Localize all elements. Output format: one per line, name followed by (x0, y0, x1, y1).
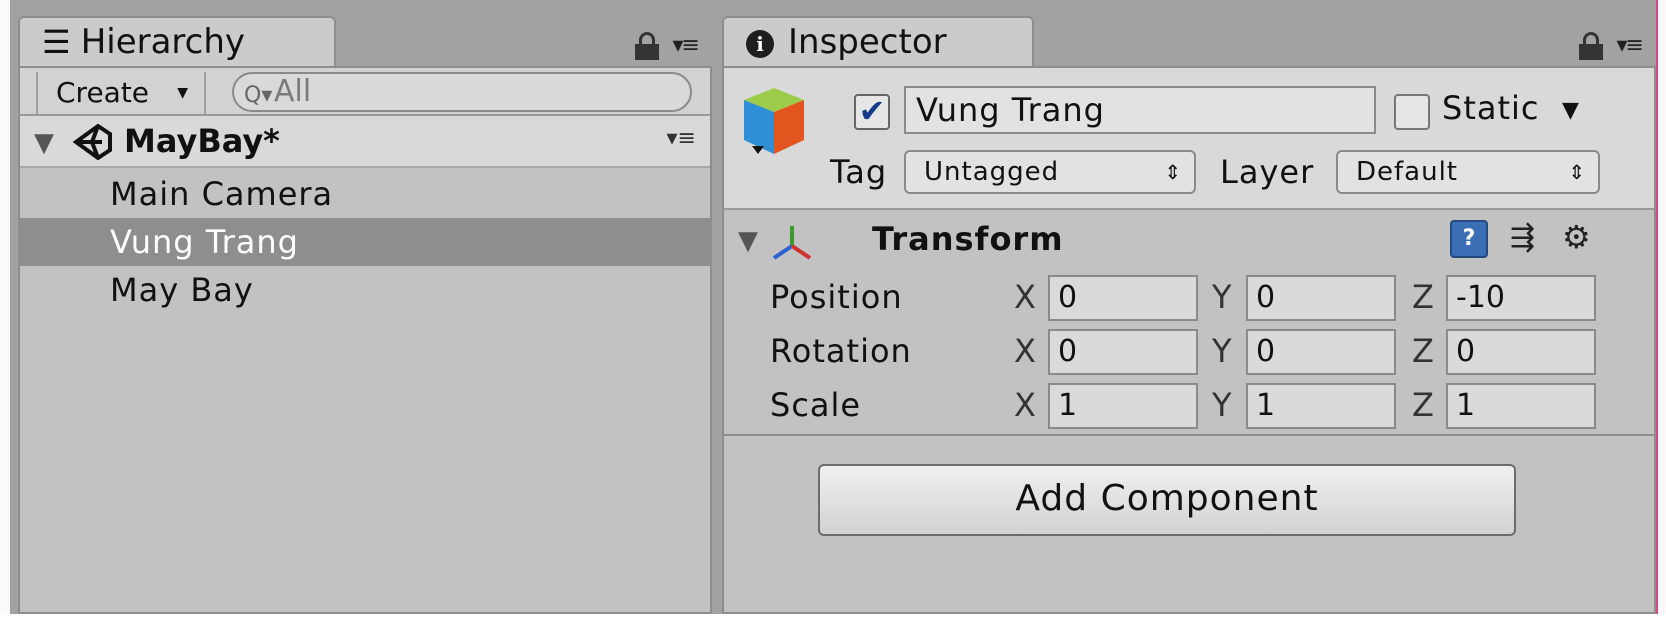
list-item-vung-trang[interactable]: Vung Trang (20, 218, 710, 266)
list-item-main-camera[interactable]: Main Camera (20, 170, 710, 218)
search-placeholder: All (274, 74, 312, 109)
window-edge-right (1658, 0, 1666, 626)
search-input[interactable]: Q▾ All (232, 72, 692, 112)
scene-name: MayBay* (124, 122, 280, 160)
add-component-button[interactable]: Add Component (818, 464, 1516, 536)
static-checkbox[interactable] (1394, 94, 1430, 130)
help-icon[interactable]: ? (1450, 220, 1488, 258)
transform-row-scale: Scale X 1 Y 1 Z 1 (724, 380, 1654, 430)
scale-y-field[interactable]: 1 (1246, 383, 1396, 429)
layer-dropdown[interactable]: Default ⇕ (1336, 150, 1600, 194)
hierarchy-tabbar: ☰ Hierarchy ▾≡ (18, 10, 712, 68)
hierarchy-tab-controls: ▾≡ (634, 26, 701, 66)
hierarchy-toolbar: Create ▼ Q▾ All (20, 68, 710, 116)
gear-icon[interactable]: ⚙ (1562, 218, 1591, 256)
object-name-field[interactable]: Vung Trang (904, 86, 1376, 134)
inspector-body: ✔ Vung Trang Static ▼ Tag Untagged ⇕ Lay… (722, 66, 1656, 614)
transform-header[interactable]: ▼ Transform ? ⇶ ⚙ (724, 212, 1654, 268)
gameobject-header: ✔ Vung Trang Static ▼ Tag Untagged ⇕ Lay… (724, 68, 1654, 210)
dropdown-arrow-icon: ▼ (177, 85, 188, 101)
list-icon: ☰ (42, 23, 71, 61)
static-label: Static (1442, 89, 1540, 127)
component-divider (724, 434, 1654, 436)
transform-row-rotation: Rotation X 0 Y 0 Z 0 (724, 326, 1654, 376)
static-dropdown-icon[interactable]: ▼ (1562, 98, 1579, 123)
unity-editor: ☰ Hierarchy ▾≡ Create ▼ Q▾ All ▼ MayBay*… (0, 0, 1666, 626)
tab-inspector[interactable]: i Inspector (722, 16, 1034, 68)
updown-icon: ⇕ (1568, 160, 1586, 184)
foldout-arrow-icon[interactable]: ▼ (34, 128, 54, 158)
axis-y-label[interactable]: Y (1212, 326, 1232, 376)
transform-title: Transform (872, 220, 1064, 258)
lock-icon[interactable] (634, 32, 659, 60)
panel-menu-icon[interactable]: ▾≡ (1617, 35, 1645, 57)
axis-y-label[interactable]: Y (1212, 380, 1232, 430)
unity-scene-icon (72, 123, 112, 161)
scale-z-field[interactable]: 1 (1446, 383, 1596, 429)
tab-hierarchy[interactable]: ☰ Hierarchy (18, 16, 336, 68)
lock-icon[interactable] (1578, 32, 1603, 60)
window-edge-bottom (0, 614, 1666, 626)
active-checkbox[interactable]: ✔ (854, 94, 890, 130)
panel-menu-icon[interactable]: ▾≡ (673, 35, 701, 57)
axis-z-label[interactable]: Z (1412, 380, 1434, 430)
tag-label: Tag (830, 153, 888, 191)
window-edge-left (0, 0, 10, 626)
rotation-z-field[interactable]: 0 (1446, 329, 1596, 375)
row-label: Rotation (770, 332, 912, 370)
inspector-panel: i Inspector ▾≡ ✔ Vung Trang Static ▼ Tag… (722, 10, 1656, 614)
position-x-field[interactable]: 0 (1048, 275, 1198, 321)
inspector-tab-controls: ▾≡ (1578, 26, 1645, 66)
rotation-x-field[interactable]: 0 (1048, 329, 1198, 375)
gameobject-cube-icon[interactable] (738, 82, 810, 162)
axis-z-label[interactable]: Z (1412, 326, 1434, 376)
tag-dropdown[interactable]: Untagged ⇕ (904, 150, 1196, 194)
create-label: Create (56, 76, 150, 109)
scale-x-field[interactable]: 1 (1048, 383, 1198, 429)
position-y-field[interactable]: 0 (1246, 275, 1396, 321)
foldout-arrow-icon[interactable]: ▼ (738, 226, 758, 256)
rotation-y-field[interactable]: 0 (1246, 329, 1396, 375)
axis-x-label[interactable]: X (1014, 380, 1036, 430)
search-icon: Q▾ (244, 83, 273, 108)
tab-hierarchy-label: Hierarchy (80, 22, 246, 62)
transform-row-position: Position X 0 Y 0 Z -10 (724, 272, 1654, 322)
tab-inspector-label: Inspector (788, 22, 947, 62)
row-label: Position (770, 278, 903, 316)
axis-y-label[interactable]: Y (1212, 272, 1232, 322)
preset-icon[interactable]: ⇶ (1510, 220, 1535, 255)
axis-z-label[interactable]: Z (1412, 272, 1434, 322)
position-z-field[interactable]: -10 (1446, 275, 1596, 321)
info-icon: i (746, 30, 774, 58)
hierarchy-panel: ☰ Hierarchy ▾≡ Create ▼ Q▾ All ▼ MayBay*… (18, 10, 712, 614)
scene-menu-icon[interactable]: ▾≡ (667, 126, 696, 151)
layer-value: Default (1356, 157, 1458, 187)
tag-value: Untagged (924, 157, 1060, 187)
inspector-tabbar: i Inspector ▾≡ (722, 10, 1656, 68)
hierarchy-body: Create ▼ Q▾ All ▼ MayBay* ▾≡ Main Camera… (18, 66, 712, 614)
updown-icon: ⇕ (1164, 160, 1182, 184)
list-item-may-bay[interactable]: May Bay (20, 266, 710, 314)
create-button[interactable]: Create ▼ (36, 72, 206, 114)
scene-row[interactable]: ▼ MayBay* ▾≡ (20, 116, 710, 168)
row-label: Scale (770, 386, 862, 424)
transform-axes-icon (772, 226, 812, 260)
layer-label: Layer (1220, 153, 1315, 191)
axis-x-label[interactable]: X (1014, 326, 1036, 376)
axis-x-label[interactable]: X (1014, 272, 1036, 322)
